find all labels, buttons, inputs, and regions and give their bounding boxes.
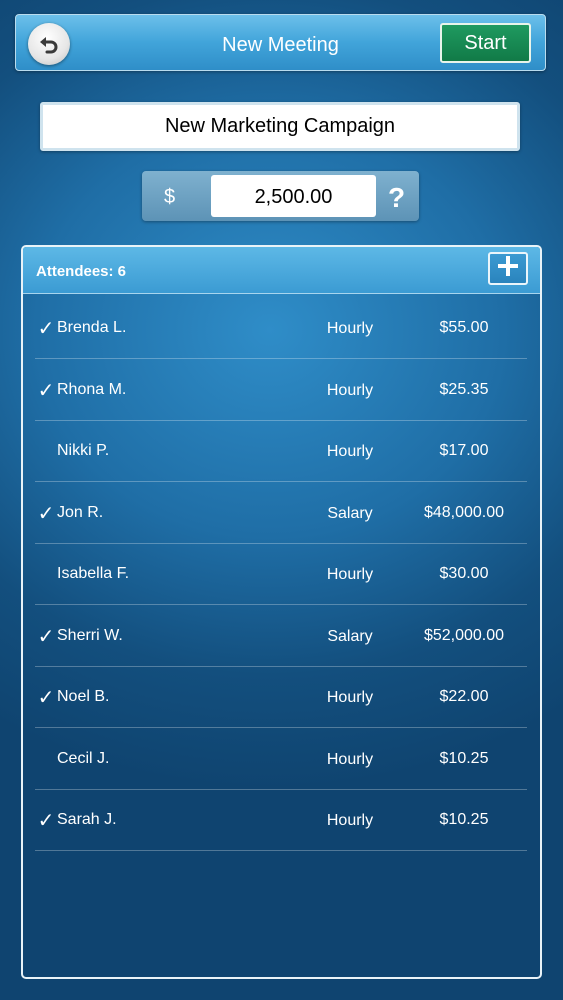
- pay-type: Salary: [327, 504, 373, 522]
- attendees-panel: Attendees: 6 ✓ Brenda L. Hourly $55.00 ✓ Rhon…: [21, 245, 542, 979]
- attendee-row[interactable]: Cecil J. Hourly $10.25: [35, 728, 527, 790]
- budget-row: $ 2,500.00 ?: [142, 171, 419, 221]
- attendee-row[interactable]: ✓ Jon R. Salary $48,000.00: [35, 482, 527, 544]
- attendee-row[interactable]: ✓ Rhona M. Hourly $25.35: [35, 359, 527, 421]
- pay-rate: $52,000.00: [423, 626, 505, 644]
- attendee-name: Nikki P.: [57, 442, 110, 459]
- attendee-name: Isabella F.: [57, 565, 130, 582]
- checkmark-icon: ✓: [37, 625, 55, 648]
- checkmark-icon: [35, 543, 57, 604]
- attendee-name: Jon R.: [57, 503, 104, 521]
- pay-type: Hourly: [326, 566, 374, 583]
- add-attendee-button[interactable]: [488, 252, 528, 285]
- checkmark-icon: ✓: [37, 810, 55, 832]
- checkmark-icon: ✓: [37, 687, 55, 709]
- pay-rate: $10.25: [439, 811, 489, 828]
- attendee-row[interactable]: ✓ Sherri W. Salary $52,000.00: [35, 605, 527, 667]
- top-bar: New Meeting Start: [15, 14, 546, 71]
- attendees-count-label: Attendees: 6: [36, 263, 127, 280]
- attendee-name: Cecil J.: [57, 749, 110, 767]
- pay-type: Salary: [327, 627, 373, 645]
- pay-rate: $22.00: [439, 688, 489, 705]
- checkmark-icon: ✓: [37, 379, 55, 402]
- attendee-name: Rhona M.: [57, 380, 127, 398]
- attendee-row[interactable]: ✓ Sarah J. Hourly $10.25: [35, 789, 527, 851]
- pay-type: Hourly: [326, 689, 374, 706]
- pay-rate: $25.35: [439, 380, 489, 398]
- pay-type: Hourly: [326, 443, 374, 460]
- pay-type: Hourly: [326, 381, 374, 399]
- attendee-name: Brenda L.: [57, 319, 127, 336]
- attendee-name: Sarah J.: [57, 811, 117, 828]
- attendee-row[interactable]: Isabella F. Hourly $30.00: [35, 543, 527, 605]
- attendee-name: Sherri W.: [57, 626, 123, 644]
- undo-arrow-icon: [37, 32, 61, 56]
- help-button[interactable]: ?: [388, 171, 405, 221]
- attendee-row[interactable]: Nikki P. Hourly $17.00: [35, 420, 527, 482]
- pay-type: Hourly: [326, 320, 374, 337]
- attendee-row[interactable]: ✓ Noel B. Hourly $22.00: [35, 666, 527, 728]
- checkmark-icon: [35, 728, 57, 789]
- start-button[interactable]: Start: [440, 23, 531, 63]
- attendees-header: Attendees: 6: [23, 247, 540, 294]
- pay-rate: $55.00: [439, 319, 489, 336]
- attendee-name: Noel B.: [57, 688, 110, 705]
- meeting-name-field[interactable]: New Marketing Campaign: [40, 102, 520, 151]
- checkmark-icon: ✓: [37, 502, 55, 525]
- checkmark-icon: [35, 420, 57, 481]
- pay-rate: $10.25: [439, 749, 489, 767]
- pay-type: Hourly: [326, 812, 374, 829]
- currency-label: $: [164, 186, 176, 208]
- plus-icon: [496, 254, 520, 283]
- pay-type: Hourly: [326, 750, 374, 768]
- checkmark-icon: ✓: [37, 318, 55, 340]
- pay-rate: $30.00: [439, 565, 489, 582]
- budget-input[interactable]: 2,500.00: [211, 175, 376, 217]
- pay-rate: $17.00: [439, 442, 489, 459]
- back-button[interactable]: [28, 23, 70, 65]
- pay-rate: $48,000.00: [423, 503, 505, 521]
- attendee-row[interactable]: ✓ Brenda L. Hourly $55.00: [35, 297, 527, 359]
